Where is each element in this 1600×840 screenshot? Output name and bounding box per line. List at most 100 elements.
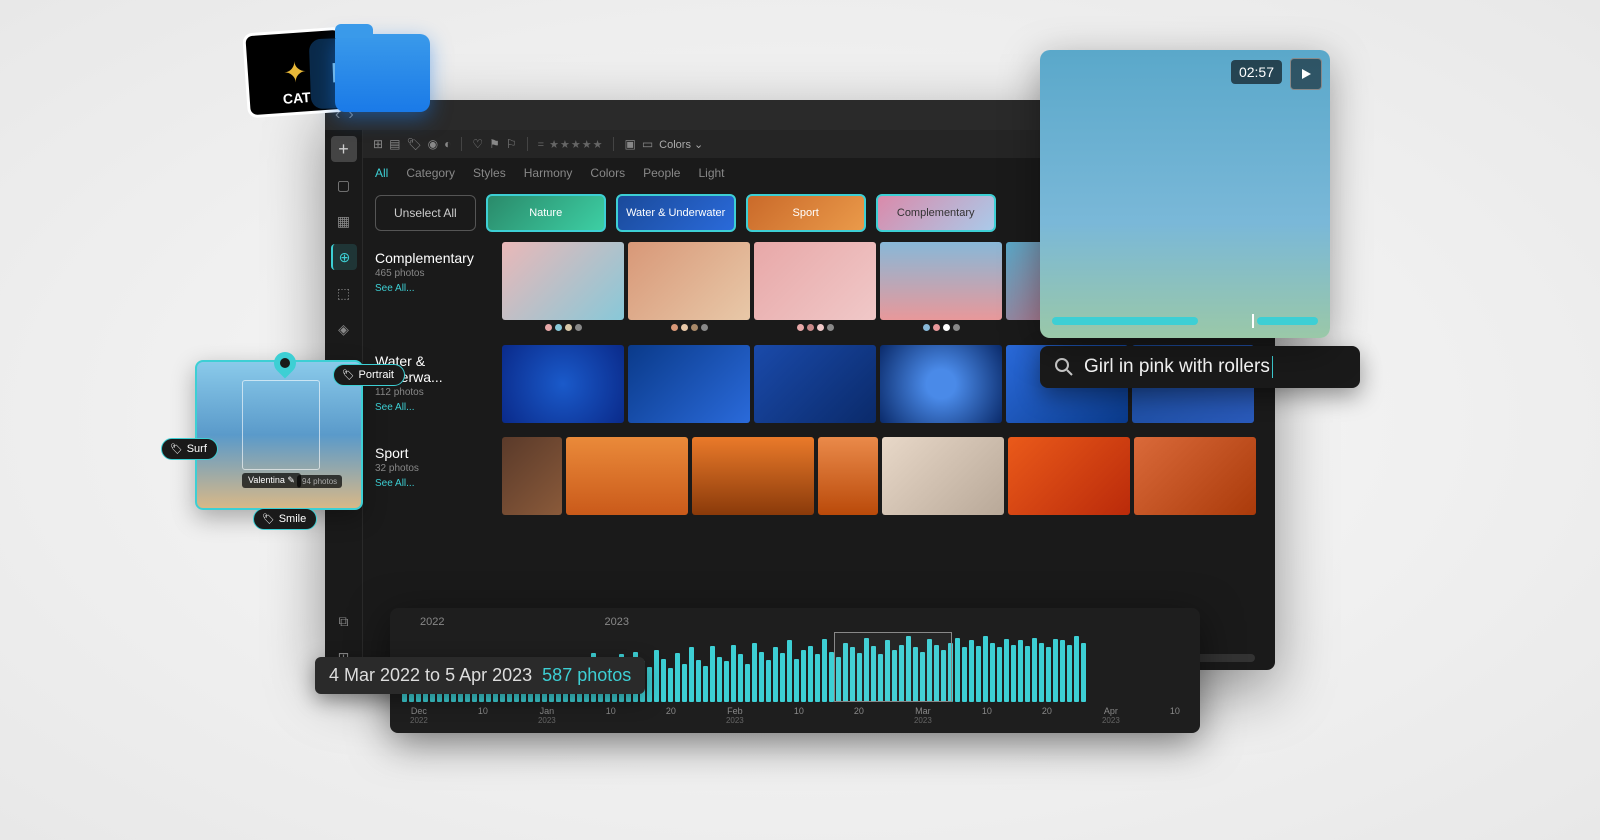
add-button[interactable]: + [331,136,357,162]
tab-light[interactable]: Light [698,166,724,180]
chip-complementary[interactable]: Complementary [876,194,996,232]
rail-duplicate-icon[interactable]: ⧉ [331,608,357,634]
histogram-bar[interactable] [724,661,729,702]
video-type-icon[interactable]: ▭ [642,137,653,151]
histogram-bar[interactable] [1004,639,1009,702]
thumbnail[interactable] [502,242,624,320]
histogram-bar[interactable] [766,660,771,702]
hierarchy-icon[interactable]: ⊞ [373,137,383,151]
histogram-bar[interactable] [738,654,743,702]
histogram-bar[interactable] [710,646,715,702]
image-type-icon[interactable]: ▣ [624,137,635,151]
ai-search-bar[interactable]: Girl in pink with rollers [1040,346,1360,388]
person-icon[interactable]: ◉ [428,137,438,151]
histogram-bar[interactable] [822,639,827,702]
tag-portrait[interactable]: Portrait [333,364,405,386]
timeline-selection[interactable] [834,632,952,702]
histogram-bar[interactable] [1074,636,1079,703]
rail-import-icon[interactable]: ⊕ [331,244,357,270]
histogram-bar[interactable] [647,667,652,702]
histogram-bar[interactable] [976,646,981,702]
histogram-bar[interactable] [1032,638,1037,702]
playhead[interactable] [1252,314,1254,328]
histogram-bar[interactable] [1018,640,1023,702]
rail-grid-icon[interactable]: ▦ [331,208,357,234]
chip-nature[interactable]: Nature [486,194,606,232]
histogram-bar[interactable] [990,643,995,703]
rail-library-icon[interactable]: ▢ [331,172,357,198]
histogram-bar[interactable] [794,659,799,702]
thumbnail[interactable] [502,345,624,423]
histogram-bar[interactable] [773,647,778,702]
histogram-bar[interactable] [717,657,722,703]
palette-icon[interactable]: ◐ [444,137,451,151]
histogram-bar[interactable] [759,652,764,702]
thumbnail[interactable] [628,242,750,320]
histogram-bar[interactable] [1053,639,1058,702]
reject-icon[interactable]: ⚐ [506,137,517,151]
histogram-bar[interactable] [1039,643,1044,703]
thumbnail[interactable] [882,437,1004,515]
thumbnail[interactable] [880,345,1002,423]
thumbnail[interactable] [692,437,814,515]
histogram-bar[interactable] [668,668,673,702]
see-all-link[interactable]: See All... [375,402,490,413]
tab-styles[interactable]: Styles [473,166,506,180]
tag-icon[interactable]: 🏷 [406,137,421,151]
histogram-bar[interactable] [682,664,687,703]
histogram-bar[interactable] [703,666,708,702]
trim-segment-left[interactable] [1052,317,1198,325]
heart-icon[interactable]: ♡ [472,137,483,151]
histogram-bar[interactable] [696,660,701,702]
thumbnail[interactable] [818,437,878,515]
tag-surf[interactable]: Surf [161,438,218,460]
tag-smile[interactable]: Smile [253,508,317,530]
play-button[interactable] [1290,58,1322,90]
rating-stars[interactable]: = ★★★★★ [538,138,604,151]
histogram-bar[interactable] [654,650,659,703]
histogram-bar[interactable] [1046,647,1051,702]
thumbnail[interactable] [502,437,562,515]
histogram-bar[interactable] [731,645,736,702]
thumbnail[interactable] [1134,437,1256,515]
histogram-bar[interactable] [955,638,960,702]
unselect-all-button[interactable]: Unselect All [375,195,476,231]
histogram-bar[interactable] [1067,645,1072,702]
histogram-bar[interactable] [780,653,785,702]
thumbnail[interactable] [1008,437,1130,515]
see-all-link[interactable]: See All... [375,478,490,489]
tab-colors[interactable]: Colors [590,166,625,180]
chip-water[interactable]: Water & Underwater [616,194,736,232]
tab-harmony[interactable]: Harmony [524,166,573,180]
histogram-bar[interactable] [745,664,750,703]
flag-icon[interactable]: ⚑ [489,137,500,151]
histogram-bar[interactable] [983,636,988,703]
histogram-bar[interactable] [787,640,792,702]
histogram-bar[interactable] [997,647,1002,702]
histogram-bar[interactable] [801,650,806,703]
thumbnail[interactable] [880,242,1002,320]
histogram-bar[interactable] [409,694,414,702]
histogram-bar[interactable] [675,653,680,702]
histogram-bar[interactable] [815,654,820,702]
tab-category[interactable]: Category [406,166,455,180]
histogram-bar[interactable] [808,646,813,702]
histogram-bar[interactable] [1011,645,1016,702]
histogram-bar[interactable] [689,647,694,702]
histogram-bar[interactable] [752,643,757,703]
thumbnail[interactable] [754,242,876,320]
calendar-icon[interactable]: ▤ [389,137,400,151]
chip-sport[interactable]: Sport [746,194,866,232]
thumbnail[interactable] [754,345,876,423]
trim-segment-right[interactable] [1257,317,1318,325]
histogram-bar[interactable] [1025,646,1030,702]
thumbnail[interactable] [628,345,750,423]
rail-map-icon[interactable]: ⬚ [331,280,357,306]
video-preview[interactable]: 02:57 [1040,50,1330,338]
histogram-bar[interactable] [969,640,974,702]
colors-dropdown[interactable]: Colors ⌄ [659,138,703,151]
person-name-chip[interactable]: Valentina ✎ [242,473,301,488]
tab-people[interactable]: People [643,166,680,180]
tab-all[interactable]: All [375,166,388,180]
histogram-bar[interactable] [1081,643,1086,703]
